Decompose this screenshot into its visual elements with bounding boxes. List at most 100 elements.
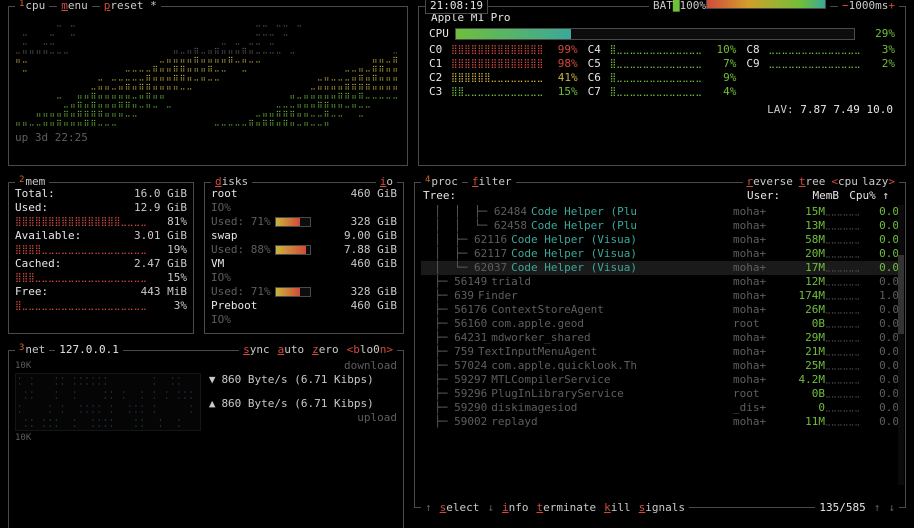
proc-row[interactable]: │ ├─ 62117Code Helper (Visua)moha+20M⣀⣀⣀… (421, 247, 899, 261)
proc-row[interactable]: ├─ 639Findermoha+174M⣀⣀⣀⣀⣀⣀1.0 (421, 289, 899, 303)
disk-row: swap9.00 GiB (211, 229, 397, 243)
proc-select-up[interactable]: ↑ (421, 501, 436, 515)
battery-glyph: █ (673, 0, 680, 13)
net-iface-prev[interactable]: <b (347, 343, 360, 357)
disks-hotkey[interactable]: d (215, 175, 222, 189)
disk-row: IO% (211, 201, 397, 215)
proc-row[interactable]: ├─ 59297MTLCompilerServicemoha+4.2M⣀⣀⣀⣀⣀… (421, 373, 899, 387)
proc-info[interactable]: nfo (509, 501, 529, 514)
proc-body[interactable]: │ │ ├─ 62484Code Helper (Plumoha+15M⣀⣀⣀⣀… (421, 205, 899, 485)
mem-bar: ⣿⣀⣀⣀⣀⣀⣀⣀⣀⣀⣀⣀⣀⣀⣀⣀⣀⣀⣀⣀3% (15, 299, 187, 313)
proc-row[interactable]: ├─ 56176ContextStoreAgentmoha+26M⣀⣀⣀⣀⣀⣀0… (421, 303, 899, 317)
upload-value: 860 Byte/s (6.71 Kibps) (221, 397, 373, 411)
net-zero[interactable]: ero (319, 343, 339, 357)
proc-row[interactable]: │ │ ├─ 62484Code Helper (Plumoha+15M⣀⣀⣀⣀… (421, 205, 899, 219)
proc-filter-hotkey[interactable]: f (472, 175, 479, 189)
lav-label: LAV: (767, 103, 794, 116)
proc-info-hotkey[interactable]: i (502, 501, 509, 514)
proc-row[interactable]: │ └─ 62037Code Helper (Visua)moha+17M⣀⣀⣀… (421, 261, 899, 275)
proc-index: 4 (425, 173, 430, 187)
proc-row[interactable]: │ │ └─ 62458Code Helper (Plumoha+13M⣀⣀⣀⣀… (421, 219, 899, 233)
preset-hotkey[interactable]: p (104, 0, 111, 13)
update-ms-inc[interactable]: + (888, 0, 895, 13)
core-row: C6⣿⣀⣀⣀⣀⣀⣀⣀⣀⣀⣀⣀⣀⣀9% (588, 71, 737, 85)
proc-page-up[interactable]: ↑ (870, 501, 885, 515)
proc-signals[interactable]: ignals (645, 501, 685, 514)
download-value: 860 Byte/s (6.71 Kibps) (221, 373, 373, 387)
core-row: C1⣿⣿⣿⣿⣿⣿⣿⣿⣿⣿⣿⣿⣿⣿98% (429, 57, 578, 71)
cpu-panel: 1 cpu menu preset * ⠀⠀⠀⠀⠀⠀⣀⠀⣀⠀⠀⠀⠀⠀⠀⠀⠀⠀⠀⠀… (8, 6, 408, 166)
net-auto[interactable]: uto (284, 343, 304, 357)
proc-sort-prev[interactable]: < (831, 175, 838, 189)
mem-title: mem (25, 175, 45, 189)
proc-col-tree[interactable]: Tree: (423, 189, 747, 203)
cpu-model: Apple M1 Pro (425, 11, 899, 25)
net-panel: 3 net 127.0.0.1 sync auto zero <b lo0 n>… (8, 350, 404, 528)
menu-label[interactable]: enu (68, 0, 88, 13)
net-zero-hotkey[interactable]: z (312, 343, 319, 357)
mem-body: Total:16.0 GiBUsed:12.9 GiB⣿⣿⣿⣿⣿⣿⣿⣿⣿⣿⣿⣿⣿… (15, 187, 187, 313)
download-icon: ▼ (209, 373, 216, 387)
disk-used-row: Used: 71%328 GiB (211, 285, 397, 299)
menu-hotkey[interactable]: m (61, 0, 68, 13)
mem-row: Available:3.01 GiB (15, 229, 187, 243)
cpu-index: 1 (19, 0, 24, 11)
mem-row: Used:12.9 GiB (15, 201, 187, 215)
proc-panel: 4 proc filter reverse tree < cpu lazy > … (414, 182, 906, 508)
net-sync-hotkey[interactable]: s (243, 343, 250, 357)
core-row: C3⣿⣿⣀⣀⣀⣀⣀⣀⣀⣀⣀⣀⣀⣀15% (429, 85, 578, 99)
net-iface-next[interactable]: n> (380, 343, 393, 357)
net-auto-hotkey[interactable]: a (278, 343, 285, 357)
proc-sort-mode[interactable]: lazy (862, 175, 889, 189)
proc-terminate[interactable]: erminate (543, 501, 596, 514)
proc-filter[interactable]: ilter (479, 175, 512, 189)
net-ip: 127.0.0.1 (55, 343, 123, 357)
proc-col-mem[interactable]: MemB (795, 189, 839, 203)
net-graph: 10K ⢈⠀⢈⠀⠀⠀⢈⢈⠀⢈⢈⢈⢈⢈⢈⠀⠀⠀⠀⠀⠀⠀⢈⠀⠀⢈⢈⠀⠀⠀⠀⢈⢈⠀⠀⠀… (15, 359, 201, 445)
proc-header: Tree: User: MemB Cpu% ↑ (421, 187, 899, 205)
core-row: C7⣿⣀⣀⣀⣀⣀⣀⣀⣀⣀⣀⣀⣀⣀4% (588, 85, 737, 99)
disk-used-row: Used: 71%328 GiB (211, 215, 397, 229)
proc-row[interactable]: ├─ 57024com.apple.quicklook.Thmoha+25M⣀⣀… (421, 359, 899, 373)
proc-tree[interactable]: ree (806, 175, 826, 188)
battery-bar (706, 0, 826, 9)
proc-row[interactable]: ├─ 759TextInputMenuAgentmoha+21M⣀⣀⣀⣀⣀⣀0.… (421, 345, 899, 359)
proc-scroll-thumb[interactable] (898, 255, 904, 333)
cpu-title: cpu (25, 0, 45, 13)
disk-body: root460 GiBIO%Used: 71%328 GiBswap9.00 G… (211, 187, 397, 327)
disk-used-row: Used: 88%7.88 GiB (211, 243, 397, 257)
proc-col-user[interactable]: User: (747, 189, 795, 203)
proc-tree-hotkey[interactable]: t (799, 175, 806, 188)
proc-row[interactable]: ├─ 59002replaydmoha+11M⣀⣀⣀⣀⣀⣀0.0 (421, 415, 899, 429)
proc-sort-col[interactable]: cpu (838, 175, 858, 189)
proc-reverse[interactable]: everse (753, 175, 793, 188)
preset-label[interactable]: reset * (110, 0, 156, 13)
proc-kill[interactable]: ill (611, 501, 631, 514)
proc-page-down[interactable]: ↓ (884, 501, 899, 515)
mem-row: Free:443 MiB (15, 285, 187, 299)
proc-select[interactable]: elect (446, 501, 479, 514)
proc-select-down[interactable]: ↓ (483, 501, 498, 515)
proc-row[interactable]: ├─ 56149trialdmoha+12M⣀⣀⣀⣀⣀⣀0.0 (421, 275, 899, 289)
system-panel: 21:08:19 BAT █ 100% − 1000ms + Apple M1 … (418, 6, 906, 166)
proc-row[interactable]: ├─ 59290diskimagesiod_dis+0⣀⣀⣀⣀⣀⣀0.0 (421, 401, 899, 415)
update-ms: 1000ms (849, 0, 889, 13)
mem-bar: ⣿⣿⣿⣿⣿⣿⣿⣿⣿⣿⣿⣿⣿⣿⣿⣿⣀⣀⣀⣀81% (15, 215, 187, 229)
proc-col-cpu[interactable]: Cpu% ↑ (839, 189, 899, 203)
proc-row[interactable]: ├─ 59296PlugInLibraryServiceroot0B⣀⣀⣀⣀⣀⣀… (421, 387, 899, 401)
clock: 21:08:19 (430, 0, 483, 13)
proc-kill-hotkey[interactable]: k (604, 501, 611, 514)
proc-sort-next[interactable]: > (888, 175, 895, 189)
proc-row[interactable]: ├─ 64231mdworker_sharedmoha+29M⣀⣀⣀⣀⣀⣀0.0 (421, 331, 899, 345)
proc-scrollbar[interactable] (898, 205, 904, 485)
uptime: up 3d 22:25 (15, 131, 401, 145)
update-ms-dec[interactable]: − (842, 0, 849, 13)
io-hotkey[interactable]: i (380, 175, 387, 189)
net-sync[interactable]: ync (250, 343, 270, 357)
mem-row: Cached:2.47 GiB (15, 257, 187, 271)
cpu-history-graph: ⠀⠀⠀⠀⠀⠀⣀⠀⣀⠀⠀⠀⠀⠀⠀⠀⠀⠀⠀⠀⠀⠀⠀⠀⠀⠀⠀⠀⠀⠀⠀⠀⠀⠀⠀⣀⣀⠀⣀⣀… (15, 17, 401, 127)
disk-panel: disks io root460 GiBIO%Used: 71%328 GiBs… (204, 182, 404, 334)
proc-row[interactable]: ├─ 56160com.apple.geodroot0B⣀⣀⣀⣀⣀⣀0.0 (421, 317, 899, 331)
proc-row[interactable]: │ ├─ 62116Code Helper (Visua)moha+58M⣀⣀⣀… (421, 233, 899, 247)
disk-row: root460 GiB (211, 187, 397, 201)
